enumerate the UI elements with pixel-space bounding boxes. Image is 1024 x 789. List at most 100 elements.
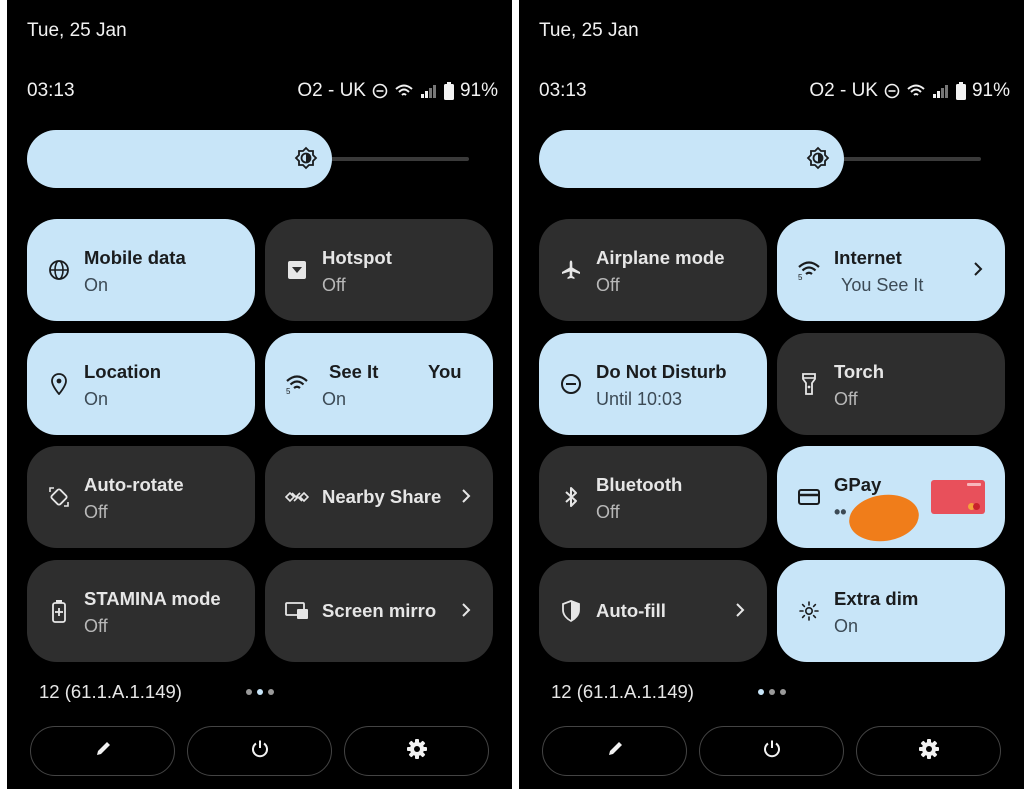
page-dot (769, 689, 775, 695)
tile-status: Off (596, 502, 620, 522)
battery-percent: 91% (971, 80, 1010, 101)
do-not-disturb-icon (557, 370, 585, 398)
brightness-slider[interactable] (27, 130, 332, 188)
date: Tue, 25 Jan (539, 20, 639, 41)
tile-auto-rotate[interactable]: Auto-rotate Off (27, 446, 255, 548)
edit-icon (605, 739, 625, 764)
nearby-share-icon (283, 483, 311, 511)
airplane-icon (557, 256, 585, 284)
auto-rotate-icon (45, 483, 73, 511)
tile-title: Airplane mode (596, 247, 725, 268)
do-not-disturb-status-icon (884, 83, 900, 99)
chevron-right-icon (459, 598, 473, 622)
page-dot (268, 689, 274, 695)
page-dot (780, 689, 786, 695)
build-number[interactable]: 12 (61.1.A.1.149) (39, 681, 182, 703)
page-indicator (758, 689, 786, 695)
screen-mirror-icon (283, 597, 311, 625)
card-logo-circle (973, 503, 980, 510)
clock: 03:13 (539, 80, 587, 101)
tile-do-not-disturb[interactable]: Do Not Disturb Until 10:03 (539, 333, 767, 435)
tile-location[interactable]: Location On (27, 333, 255, 435)
tile-wifi[interactable]: 5 See It You On (265, 333, 493, 435)
status-bar: O2 - UK 91% (809, 80, 1010, 102)
signal-icon (420, 83, 438, 99)
brightness-icon (806, 146, 830, 170)
tile-title: See It (329, 361, 379, 382)
torch-icon (795, 370, 823, 398)
tile-title: Bluetooth (596, 474, 683, 495)
power-icon (762, 739, 782, 764)
do-not-disturb-status-icon (372, 83, 388, 99)
battery-icon (955, 82, 966, 100)
settings-icon (918, 738, 940, 765)
chevron-right-icon (459, 484, 473, 508)
quick-settings-panel-left: Tue, 25 Jan 03:13 O2 - UK 91% Mobile dat… (7, 0, 512, 789)
globe-icon (45, 256, 73, 284)
tile-screen-mirroring[interactable]: Screen mirro (265, 560, 493, 662)
page-dot-active (257, 689, 263, 695)
tile-title-suffix: You (428, 361, 462, 382)
page-indicator (246, 689, 274, 695)
tile-hotspot[interactable]: Hotspot Off (265, 219, 493, 321)
wifi-status-icon (906, 83, 926, 99)
tile-status: Off (84, 616, 108, 636)
location-pin-icon (45, 370, 73, 398)
tile-auto-fill[interactable]: Auto-fill (539, 560, 767, 662)
tile-status: You See It (841, 275, 924, 295)
tile-status: Off (322, 275, 346, 295)
tile-gpay[interactable]: GPay •• (777, 446, 1005, 548)
brightness-slider[interactable] (539, 130, 844, 188)
tile-bluetooth[interactable]: Bluetooth Off (539, 446, 767, 548)
tile-title: Location (84, 361, 162, 382)
edit-button[interactable] (542, 726, 687, 776)
tile-nearby-share[interactable]: Nearby Share (265, 446, 493, 548)
tile-title: Hotspot (322, 247, 392, 268)
tile-mobile-data[interactable]: Mobile data On (27, 219, 255, 321)
quick-settings-panel-right: Tue, 25 Jan 03:13 O2 - UK 91% Airplane m… (519, 0, 1024, 789)
svg-text:5: 5 (798, 273, 803, 281)
power-icon (250, 739, 270, 764)
settings-button[interactable] (344, 726, 489, 776)
page-dot (246, 689, 252, 695)
battery-icon (443, 82, 454, 100)
tile-torch[interactable]: Torch Off (777, 333, 1005, 435)
edit-button[interactable] (30, 726, 175, 776)
clock: 03:13 (27, 80, 75, 101)
tile-title: Mobile data (84, 247, 186, 268)
tile-title: STAMINA mode (84, 588, 221, 609)
tile-title: Extra dim (834, 588, 919, 609)
tile-airplane-mode[interactable]: Airplane mode Off (539, 219, 767, 321)
edit-icon (93, 739, 113, 764)
extra-dim-icon (795, 597, 823, 625)
wifi-icon: 5 (283, 370, 311, 398)
wifi-status-icon (394, 83, 414, 99)
tile-status: Off (84, 502, 108, 522)
settings-button[interactable] (856, 726, 1001, 776)
chevron-right-icon (733, 598, 747, 622)
carrier-label: O2 - UK (297, 80, 366, 101)
redaction-mark (846, 490, 922, 546)
tile-internet[interactable]: 5 Internet You See It (777, 219, 1005, 321)
carrier-label: O2 - UK (809, 80, 878, 101)
tile-extra-dim[interactable]: Extra dim On (777, 560, 1005, 662)
page-dot-active (758, 689, 764, 695)
power-button[interactable] (699, 726, 844, 776)
hotspot-icon (283, 256, 311, 284)
tile-status: On (834, 616, 859, 636)
power-button[interactable] (187, 726, 332, 776)
chevron-right-icon (971, 257, 985, 281)
tile-title: Auto-fill (596, 600, 666, 621)
shield-icon (557, 597, 585, 625)
card-label (967, 483, 981, 486)
card-icon (795, 483, 823, 511)
build-number[interactable]: 12 (61.1.A.1.149) (551, 681, 694, 703)
tile-title: Auto-rotate (84, 474, 184, 495)
tile-status: On (84, 275, 109, 295)
tile-status: On (322, 389, 347, 409)
tile-title: GPay (834, 474, 882, 495)
wifi-icon: 5 (795, 256, 823, 284)
tile-stamina-mode[interactable]: STAMINA mode Off (27, 560, 255, 662)
status-bar: O2 - UK 91% (297, 80, 498, 102)
tile-status: Off (834, 389, 858, 409)
